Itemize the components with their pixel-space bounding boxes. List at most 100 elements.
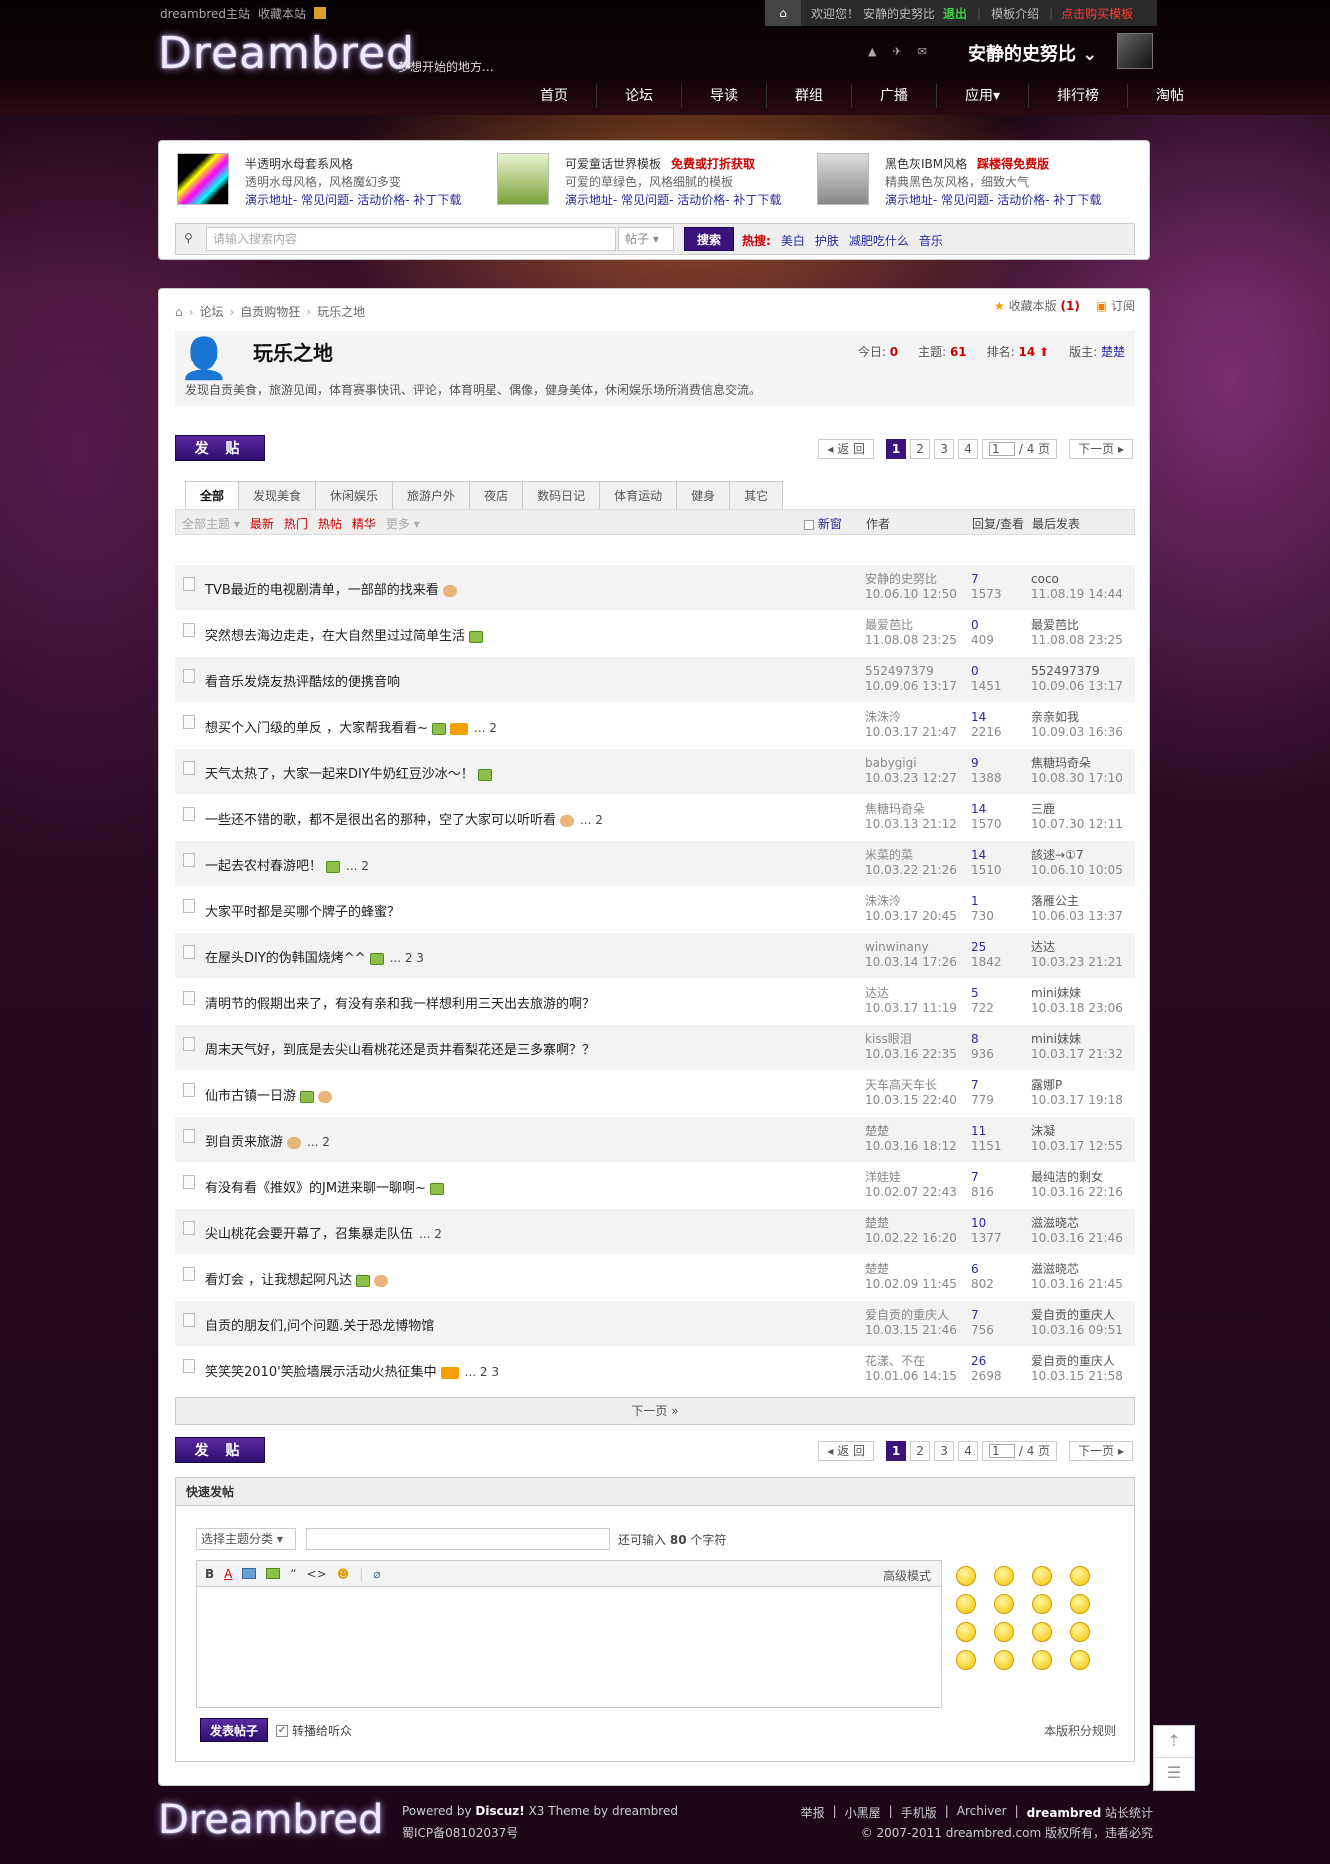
thread-pages[interactable]: ... 2 3 [390,951,424,965]
thread-title[interactable]: 到自贡来旅游 [205,1135,283,1150]
next-page-button[interactable]: 下一页 ▸ [1069,439,1133,459]
thread-author[interactable]: 洋娃娃 [865,1170,901,1184]
page-link[interactable]: 3 [934,1441,955,1461]
thread-title[interactable]: 看灯会 ，让我想起阿凡达 [205,1273,352,1288]
smiley-icon[interactable] [994,1650,1014,1670]
smiley-icon[interactable] [1032,1650,1052,1670]
thread-title[interactable]: 周末天气好，到底是去尖山看桃花还是贡井看梨花还是三多寨啊？？ [205,1043,595,1058]
page-jump-input[interactable]: 1 / 4 页 [982,439,1058,459]
thread-title[interactable]: 大家平时都是买哪个牌子的蜂蜜？ [205,905,400,920]
template-intro-link[interactable]: 模板介绍 [991,5,1039,22]
smiley-icon[interactable] [956,1594,976,1614]
last-poster[interactable]: 該逑→①7 [1031,848,1083,862]
advanced-mode-link[interactable]: 高级模式 [883,1567,931,1584]
smiley-icon[interactable] [1070,1650,1090,1670]
back-to-top-icon[interactable]: ⇡ [1154,1726,1194,1758]
smiley-icon[interactable] [1070,1622,1090,1642]
alert-icon[interactable]: ▲ [868,45,876,58]
page-jump-input[interactable]: 1 / 4 页 [982,1441,1058,1461]
table-row[interactable]: 大家平时都是买哪个牌子的蜂蜜？ 洙洙泠 10.03.17 20:45 1 730 落雁公主… [175,887,1135,933]
smiley-icon[interactable] [1070,1594,1090,1614]
page-link[interactable]: 2 [910,1441,931,1461]
tab-all[interactable]: 全部 [185,481,240,511]
filter-newest[interactable]: 最新 [250,515,274,532]
quote-icon[interactable]: “ [290,1567,296,1581]
title-input[interactable] [306,1528,610,1550]
last-poster[interactable]: mini妹妹 [1031,986,1081,1000]
smiley-icon[interactable] [994,1622,1014,1642]
smiley-icon[interactable] [1032,1622,1052,1642]
table-row[interactable]: 尖山桃花会要开幕了，召集暴走队伍... 2 楚楚 10.02.22 16:20 10 1… [175,1209,1135,1255]
thread-author[interactable]: 最爱芭比 [865,618,913,632]
breadcrumb-item[interactable]: 玩乐之地 [317,303,365,320]
credit-rules-link[interactable]: 本版积分规则 [1044,1722,1116,1739]
promo-title[interactable]: 黑色灰IBM风格 [885,157,967,171]
last-poster[interactable]: mini妹妹 [1031,1032,1081,1046]
nav-item-forum[interactable]: 论坛 [597,84,682,108]
breadcrumb-item[interactable]: 自贡购物狂 [240,303,300,320]
last-poster[interactable]: 沫凝 [1031,1124,1055,1138]
smiley-icon[interactable] [994,1566,1014,1586]
search-type-select[interactable]: 帖子 ▾ [618,227,674,251]
thread-title[interactable]: 一些还不错的歌，都不是很出名的那种，空了大家可以听听看 [205,813,556,828]
tab-food[interactable]: 发现美食 [238,481,317,509]
page-link[interactable]: 4 [958,439,979,459]
promo-links[interactable]: 演示地址- 常见问题- 活动价格- 补丁下载 [565,191,781,208]
smiley-icon[interactable] [1070,1566,1090,1586]
thread-author[interactable]: 天车高天车长 [865,1078,937,1092]
tab-fitness[interactable]: 健身 [676,481,731,509]
next-page-button[interactable]: 下一页 ▸ [1069,1441,1133,1461]
last-poster[interactable]: 滋滋晓芯 [1031,1262,1079,1276]
thread-title[interactable]: 清明节的假期出来了，有没有亲和我一样想利用三天出去旅游的啊？ [205,997,595,1012]
nav-item-guide[interactable]: 导读 [682,84,767,108]
table-row[interactable]: 想买个入门级的单反 ，大家帮我看看~ ... 2 洙洙泠 10.03.17 21:47… [175,703,1135,749]
tab-travel[interactable]: 旅游户外 [392,481,471,509]
hot-search-link[interactable]: 美白 [781,232,805,249]
thread-title[interactable]: 尖山桃花会要开幕了，召集暴走队伍 [205,1227,413,1242]
promo-links[interactable]: 演示地址- 常见问题- 活动价格- 补丁下载 [245,191,461,208]
promo-thumbnail[interactable] [817,153,869,205]
table-row[interactable]: 天气太热了，大家一起来DIY牛奶红豆沙冰～！ babygigi 10.03.23 1… [175,749,1135,795]
thread-author[interactable]: 洙洙泠 [865,710,901,724]
hot-search-link[interactable]: 护肤 [815,232,839,249]
thread-title[interactable]: 看音乐发烧友热评酷炫的便携音响 [205,675,400,690]
table-row[interactable]: 看音乐发烧友热评酷炫的便携音响 552497379 10.09.06 13:17 0 1… [175,657,1135,703]
last-poster[interactable]: 达达 [1031,940,1055,954]
load-next-page-button[interactable]: 下一页 » [175,1397,1135,1425]
font-color-icon[interactable]: A [224,1567,232,1581]
attachment-image-icon[interactable] [266,1568,281,1579]
nav-item-home[interactable]: 首页 [512,84,597,108]
thread-author[interactable]: 楚楚 [865,1124,889,1138]
mobile-link[interactable]: 手机版 [901,1804,937,1821]
new-post-button[interactable]: 发 贴 [175,435,265,461]
last-poster[interactable]: 三鹿 [1031,802,1055,816]
statistics-link[interactable]: 站长统计 [1105,1806,1153,1820]
thread-title[interactable]: 在屋头DIY的伪韩国烧烤^^ [205,951,366,966]
bold-icon[interactable]: B [205,1567,214,1581]
rss-icon[interactable] [314,7,327,19]
table-row[interactable]: 一些还不错的歌，都不是很出名的那种，空了大家可以听听看... 2 焦糖玛奇朵 10.… [175,795,1135,841]
thread-author[interactable]: 楚楚 [865,1262,889,1276]
last-poster[interactable]: 滋滋晓芯 [1031,1216,1079,1230]
thread-author[interactable]: 洙洙泠 [865,894,901,908]
table-row[interactable]: 周末天气好，到底是去尖山看桃花还是贡井看梨花还是三多寨啊？？ kiss眼泪 10.0… [175,1025,1135,1071]
smiley-icon[interactable]: ☻ [337,1567,350,1581]
smiley-icon[interactable] [956,1650,976,1670]
favorite-forum-button[interactable]: ★ 收藏本版 (1) [994,297,1080,314]
thread-author[interactable]: 达达 [865,986,889,1000]
blacklist-link[interactable]: 小黑屋 [845,1804,881,1821]
user-link[interactable]: 安静的史努比 [863,5,935,22]
tab-leisure[interactable]: 休闲娱乐 [315,481,394,509]
table-row[interactable]: 清明节的假期出来了，有没有亲和我一样想利用三天出去旅游的啊？ 达达 10.03.17… [175,979,1135,1025]
filter-all-topics[interactable]: 全部主题 ▾ [182,515,240,532]
nav-item-group[interactable]: 群组 [767,84,852,108]
table-row[interactable]: 到自贡来旅游 ... 2 楚楚 10.03.16 18:12 11 1151 沫凝 10.03… [175,1117,1135,1163]
page-link[interactable]: 3 [934,439,955,459]
logout-link[interactable]: 退出 [943,5,967,22]
submit-post-button[interactable]: 发表帖子 [200,1718,268,1742]
page-link[interactable]: 4 [958,1441,979,1461]
table-row[interactable]: 有没有看《推奴》的JM进来聊一聊啊~ 洋娃娃 10.02.07 22:43 7 816 最… [175,1163,1135,1209]
nav-item-apps[interactable]: 应用▾ [937,84,1030,108]
table-row[interactable]: TVB最近的电视剧清单，一部部的找来看 安静的史努比 10.06.10 12:50 7… [175,565,1135,611]
promo-title[interactable]: 半透明水母套系风格 [245,157,353,171]
